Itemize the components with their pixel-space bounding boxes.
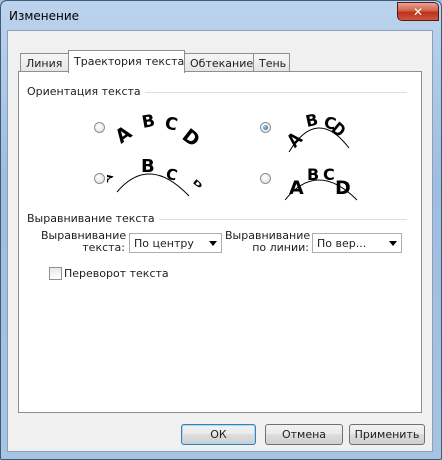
tab-text-path[interactable]: Траектория текста [68,50,185,73]
window-title: Изменение [9,9,80,23]
tab-wrapping-label: Обтекание [190,57,254,70]
close-icon: ✕ [412,4,424,19]
orientation-sample-2: A B C D [283,110,350,153]
sample-letter: A [107,171,116,185]
orientation-group-label: Ориентация текста [27,85,145,98]
sample-letter: A [289,177,304,199]
sample-letter: B [140,111,156,133]
apply-button[interactable]: Применить [349,424,425,445]
line-align-label: Выравнивание по линии: [225,230,310,254]
sample-letter: D [335,177,351,199]
line-align-value: По вер... [317,237,367,250]
orientation-sample-3: A B C D [107,156,204,197]
orientation-sample-1: A B C D [111,111,204,152]
tab-line-label: Линия [26,57,63,70]
text-align-label: Выравнивание текста: [41,230,126,254]
tab-line[interactable]: Линия [20,53,70,72]
ok-button[interactable]: ОК [181,424,256,445]
title-bar[interactable]: Изменение ✕ [1,1,441,31]
tab-shadow-label: Тень [259,57,287,70]
orientation-sample-4: A B C D [284,165,358,201]
text-align-label-line2: текста: [82,241,125,254]
orientation-radio-4[interactable] [260,173,271,184]
sample-letter: C [164,164,179,184]
text-align-select[interactable]: По центру [129,233,222,253]
sample-letter: A [111,121,136,148]
chevron-down-icon [209,241,217,246]
tab-shadow[interactable]: Тень [253,53,290,72]
tab-text-path-label: Траектория текста [74,55,185,68]
cancel-button[interactable]: Отмена [265,424,343,445]
flip-text-checkbox[interactable] [49,267,62,280]
orientation-radio-2[interactable] [260,122,271,133]
sample-letter: B [307,165,319,184]
sample-letter: B [304,110,320,131]
sample-letter: D [178,125,204,152]
line-align-label-line2: по линии: [252,241,309,254]
orientation-radio-3[interactable] [94,173,105,184]
sample-letter: C [323,165,335,184]
orientation-radio-1[interactable] [94,122,105,133]
text-align-value: По центру [134,237,194,250]
sample-letter: B [141,156,155,177]
tab-wrapping[interactable]: Обтекание [184,53,254,72]
sample-letter: C [163,113,179,135]
tab-panel-text-path: Ориентация текста A B C D A B C D A B C … [18,71,422,413]
flip-text-label[interactable]: Переворот текста [64,267,169,280]
alignment-group-label: Выравнивание текста [27,212,159,225]
line-align-select[interactable]: По вер... [312,233,402,253]
chevron-down-icon [389,241,397,246]
sample-letter: A [283,128,307,152]
close-button[interactable]: ✕ [397,2,439,21]
sample-letter: D [191,178,204,191]
